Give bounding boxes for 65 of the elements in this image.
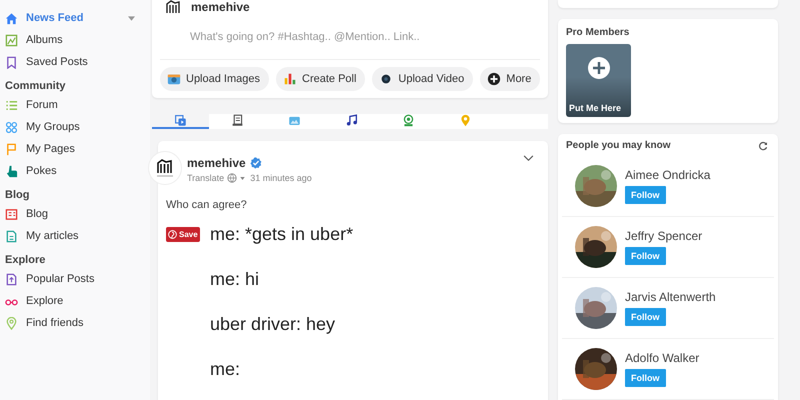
chart-icon <box>283 72 297 86</box>
webcam-icon <box>402 114 415 127</box>
camera-icon <box>167 72 181 86</box>
save-button[interactable]: Save <box>166 227 200 242</box>
composer-action-button[interactable]: More <box>480 67 540 91</box>
username: memehive <box>191 0 250 14</box>
media-icon <box>174 114 187 127</box>
section-heading: Blog <box>4 188 30 203</box>
bookmark-icon <box>5 56 18 68</box>
card-title: Pro Members <box>566 27 630 38</box>
pointing-hand-icon <box>5 164 18 178</box>
list-icon <box>5 98 18 112</box>
sidebar-item[interactable]: Forum <box>0 94 150 116</box>
person-name[interactable]: Jeffry Spencer <box>625 229 702 243</box>
meme-text-line: me: hi <box>210 268 260 291</box>
person-name[interactable]: Aimee Ondricka <box>625 168 710 182</box>
sidebar-item[interactable]: Saved Posts <box>0 51 150 73</box>
video-icon <box>379 72 394 86</box>
composer-action-button[interactable]: Upload Video <box>372 67 474 91</box>
plus-icon <box>487 72 502 86</box>
plus-icon <box>586 56 610 80</box>
pin-icon <box>168 230 177 239</box>
map-pin-icon <box>459 114 472 127</box>
add-pro-member-tile[interactable]: Put Me Here <box>566 44 631 117</box>
post-caption: Who can agree? <box>166 199 248 211</box>
post-input-field[interactable]: What's going on? #Hashtag.. @Mention.. Link.. <box>190 29 550 45</box>
section-heading: Explore <box>4 253 46 268</box>
sidebar-item[interactable]: My Groups <box>0 116 150 138</box>
document-icon <box>231 114 244 127</box>
upload-file-icon <box>5 272 18 286</box>
logo-icon <box>165 0 181 15</box>
meme-text-line: me: <box>210 358 242 381</box>
flag-icon <box>5 142 18 156</box>
author-name[interactable]: memehive <box>187 156 246 170</box>
sidebar-item[interactable]: My articles <box>0 225 150 247</box>
caret-icon <box>240 176 246 180</box>
composer-action-button[interactable]: Upload Images <box>160 67 269 91</box>
refresh-icon[interactable] <box>758 140 768 150</box>
translate-link[interactable]: Translate <box>187 173 224 183</box>
meme-text-line: uber driver: hey <box>210 313 336 336</box>
post-time: 31 minutes ago <box>250 173 312 183</box>
map-pin-icon <box>5 316 18 330</box>
album-icon <box>5 34 18 46</box>
composer-action-button[interactable]: Create Poll <box>276 67 366 91</box>
card-title: People you may know <box>566 140 670 151</box>
sidebar-item[interactable]: Pokes <box>0 160 150 182</box>
meme-text-line: me: *gets in uber* <box>210 223 354 246</box>
sidebar-item[interactable]: Albums <box>0 29 150 51</box>
home-icon <box>5 12 18 24</box>
sidebar-item[interactable]: My Pages <box>0 138 150 160</box>
groups-icon <box>5 120 18 134</box>
chevron-down-icon[interactable] <box>523 155 534 162</box>
section-heading: Community <box>4 79 66 94</box>
blog-icon <box>5 208 18 220</box>
photo-icon <box>288 114 301 127</box>
sidebar-item[interactable]: Blog <box>0 203 150 225</box>
person-name[interactable]: Jarvis Altenwerth <box>625 290 716 304</box>
sidebar-item[interactable]: News Feed <box>0 7 150 29</box>
globe-icon <box>227 173 238 183</box>
sidebar-item[interactable]: Find friends <box>0 312 150 334</box>
person-name[interactable]: Adolfo Walker <box>625 351 700 365</box>
sidebar-item[interactable]: Explore <box>0 290 150 312</box>
sidebar-item[interactable]: Popular Posts <box>0 268 150 290</box>
document-icon <box>5 230 18 242</box>
music-icon <box>345 114 358 127</box>
